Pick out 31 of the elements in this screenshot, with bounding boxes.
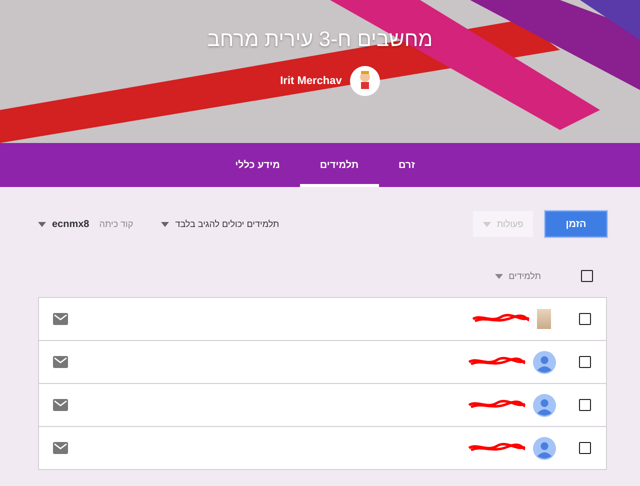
redaction-scribble <box>471 313 531 325</box>
tab[interactable]: זרם <box>378 143 435 187</box>
select-all-checkbox[interactable] <box>581 270 593 282</box>
caret-icon <box>161 222 170 226</box>
email-icon[interactable] <box>53 313 68 325</box>
person-avatar-icon <box>533 436 556 460</box>
caret-icon <box>38 222 46 226</box>
redaction-scribble <box>467 442 527 454</box>
student-checkbox[interactable] <box>579 442 591 454</box>
teacher-avatar-icon <box>350 66 380 96</box>
person-avatar-icon <box>533 350 556 374</box>
email-icon[interactable] <box>53 356 68 368</box>
email-icon[interactable] <box>53 399 68 411</box>
person-avatar-icon <box>533 394 556 416</box>
tab[interactable]: תלמידים <box>300 143 379 187</box>
permission-dropdown[interactable]: תלמידים יכולים להגיב בלבד <box>161 219 280 229</box>
caret-icon <box>482 222 491 226</box>
redaction-scribble <box>467 356 527 368</box>
student-checkbox[interactable] <box>579 399 591 411</box>
tab[interactable]: מידע כללי <box>215 143 300 187</box>
email-icon[interactable] <box>53 442 68 454</box>
class-code-label: קוד כיתה <box>99 219 134 229</box>
redaction-scribble <box>467 399 527 411</box>
sort-dropdown[interactable]: תלמידים <box>494 271 541 281</box>
photo-placeholder <box>537 309 551 329</box>
caret-icon <box>494 274 503 278</box>
student-checkbox[interactable] <box>579 356 591 368</box>
class-code-dropdown[interactable]: ecnmx8 <box>38 218 90 230</box>
invite-button[interactable]: הזמן <box>545 211 607 237</box>
student-checkbox[interactable] <box>579 313 591 325</box>
teacher-name: Irit Merchav <box>280 74 342 86</box>
